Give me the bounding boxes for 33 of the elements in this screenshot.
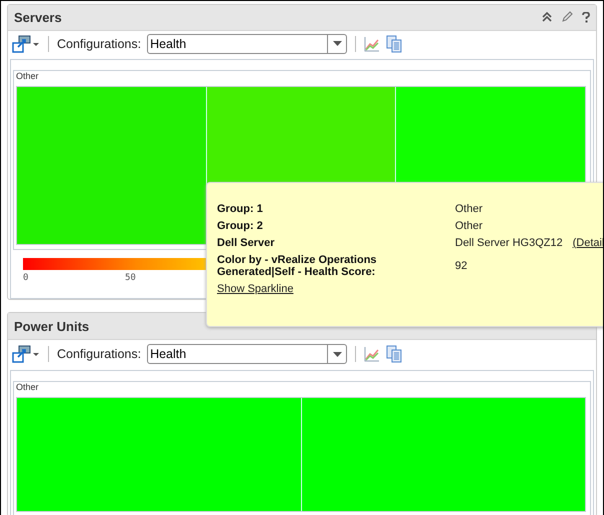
- tooltip-label: Dell Server: [217, 237, 276, 249]
- heatmap-tile[interactable]: [17, 398, 300, 511]
- group-label: Other: [16, 382, 40, 393]
- panel-title: Servers: [14, 10, 62, 25]
- scale-tick-label: 0: [23, 273, 28, 283]
- help-icon[interactable]: [582, 12, 590, 23]
- line-chart-icon[interactable]: [364, 346, 380, 362]
- tooltip-label: Color by - vRealize Operations Generated|Self - Health Score:: [217, 254, 378, 278]
- pencil-icon[interactable]: [561, 11, 573, 24]
- show-sparkline-link[interactable]: Show Sparkline: [217, 283, 294, 295]
- arrange-icon[interactable]: [12, 345, 40, 363]
- tooltip-label: Group: 1: [217, 203, 264, 215]
- collapse-icon[interactable]: [542, 12, 552, 22]
- configurations-dropdown[interactable]: Health: [147, 344, 348, 364]
- caret-icon: [332, 352, 342, 356]
- tooltip-value: Other: [455, 220, 483, 232]
- scale-tick-label: 50: [125, 273, 136, 283]
- copy-icon[interactable]: [386, 345, 402, 363]
- arrange-icon[interactable]: [12, 34, 40, 53]
- caret-icon: [332, 41, 342, 46]
- configurations-label: Configurations:: [57, 36, 142, 51]
- heatmap-tile[interactable]: [302, 398, 585, 511]
- line-chart-icon[interactable]: [364, 36, 380, 52]
- tooltip-value: Dell Server HG3QZ12: [455, 237, 563, 249]
- panel-title: Power Units: [14, 318, 90, 334]
- tooltip-label: Group: 2: [217, 220, 264, 232]
- group-label: Other: [16, 71, 40, 82]
- tooltip-value: 92: [455, 260, 468, 272]
- heatmap-tile[interactable]: [17, 87, 206, 244]
- tooltip-value: Other: [455, 203, 483, 215]
- configurations-label: Configurations:: [57, 347, 142, 361]
- configurations-dropdown[interactable]: Health: [147, 34, 348, 54]
- copy-icon[interactable]: [386, 34, 402, 53]
